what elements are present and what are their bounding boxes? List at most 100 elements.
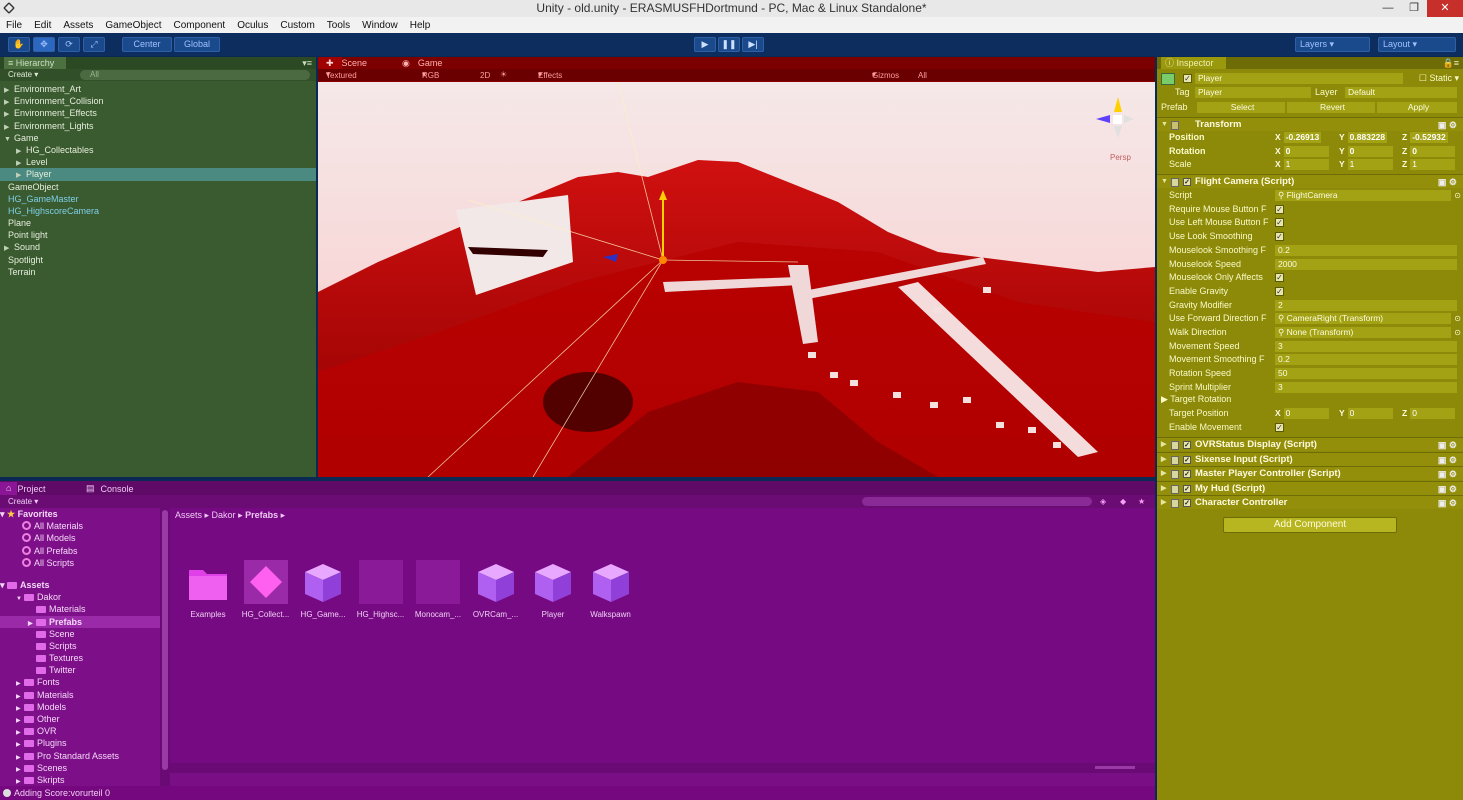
menu-edit[interactable]: Edit [28,20,57,31]
menu-file[interactable]: File [0,20,28,31]
asset-item[interactable]: OVRCam_... [468,560,524,619]
folder-tree-item[interactable]: Materials [0,603,160,615]
field-checkbox[interactable]: ✓ [1275,273,1284,283]
layers-dropdown[interactable]: Layers ▾ [1295,37,1370,52]
play-button[interactable]: ▶ [694,37,716,52]
object-field[interactable]: ⚲ CameraRight (Transform) [1275,313,1451,325]
breadcrumb-dakor[interactable]: Dakor [212,510,236,520]
move-tool-icon[interactable]: ✥ [33,37,55,52]
component-enabled-checkbox[interactable]: ✓ [1183,441,1191,449]
folder-tree-item[interactable]: Twitter [0,664,160,676]
inspector-lock-icon[interactable]: 🔒≡ [1443,57,1459,69]
maximize-button[interactable]: ❐ [1401,0,1427,17]
pivot-global-toggle[interactable]: Global [174,37,220,52]
field-checkbox[interactable]: ✓ [1275,232,1284,242]
gear-icon[interactable]: ▣ ⚙ [1438,453,1457,467]
menu-oculus[interactable]: Oculus [231,20,274,31]
gizmos-dropdown[interactable]: Gizmos ▾ [872,70,899,80]
folder-tree-item[interactable]: ▶ Prefabs [0,615,160,628]
gear-icon[interactable]: ▣ ⚙ [1438,438,1457,452]
component-enabled-checkbox[interactable]: ✓ [1183,470,1191,479]
scale-tool-icon[interactable]: ⤢ [83,37,105,52]
menu-window[interactable]: Window [356,20,404,31]
asset-item[interactable]: Examples [180,560,236,619]
expand-open-icon[interactable]: ▼ [4,134,14,146]
hierarchy-item[interactable]: ▶ Player [0,168,316,181]
flight-camera-header[interactable]: ▼ ✓ Flight Camera (Script) ▣ ⚙ [1157,174,1463,188]
scale-x-field[interactable]: 1 [1283,159,1329,170]
menu-custom[interactable]: Custom [274,20,320,31]
component-header[interactable]: ▶ ✓ Sixense Input (Script) ▣ ⚙ [1157,451,1463,467]
object-field[interactable]: ⚲ FlightCamera [1275,190,1451,201]
rotation-z-field[interactable]: 0 [1410,146,1456,157]
tab-scene[interactable]: ✚ Scene [318,57,367,69]
gear-icon[interactable]: ▣ ⚙ [1438,482,1457,496]
favorite-item[interactable]: All Scripts [0,557,160,569]
filter-label-icon[interactable]: ◆ [1120,495,1126,508]
layer-dropdown[interactable]: Default [1345,87,1457,98]
asset-item[interactable]: Walkspawn [583,560,639,619]
active-checkbox[interactable]: ✓ [1183,74,1192,83]
hierarchy-item[interactable]: Terrain [0,266,316,278]
hierarchy-item[interactable]: ▶ Environment_Lights [0,120,316,132]
hierarchy-item[interactable]: Plane [0,217,316,229]
gear-icon[interactable]: ▣ ⚙ [1438,175,1457,189]
folder-tree-item[interactable]: Scripts [0,640,160,652]
flight-camera-enabled-checkbox[interactable]: ✓ [1183,178,1191,186]
prefab-apply-button[interactable]: Apply [1377,102,1457,113]
layout-dropdown[interactable]: Layout ▾ [1378,37,1456,52]
hierarchy-item[interactable]: HG_HighscoreCamera [0,205,316,217]
menu-gameobject[interactable]: GameObject [99,20,167,31]
gear-icon[interactable]: ▣ ⚙ [1438,496,1457,510]
rotate-tool-icon[interactable]: ⟳ [58,37,80,52]
hierarchy-search-input[interactable]: All [80,70,310,80]
value-field[interactable]: 2000 [1275,258,1457,270]
folder-tree-item[interactable]: ▶ Skripts [0,774,160,786]
object-name-field[interactable]: Player [1195,73,1403,84]
object-field[interactable]: ⚲ None (Transform) [1275,327,1451,338]
hierarchy-item[interactable]: ▶ Environment_Art [0,83,316,95]
zoom-slider[interactable] [1095,766,1135,769]
folder-tree-item[interactable]: ▶ Fonts [0,676,160,688]
component-enabled-checkbox[interactable]: ✓ [1183,455,1191,464]
object-picker-icon[interactable]: ⊙ [1454,189,1461,202]
rotation-x-field[interactable]: 0 [1283,146,1329,157]
favorite-item[interactable]: All Models [0,532,160,544]
asset-item[interactable]: HG_Highsc... [353,560,409,619]
tab-hierarchy[interactable]: ≡ Hierarchy [4,57,67,69]
folder-tree-item[interactable]: ▶ Models [0,701,160,713]
folder-tree-item[interactable]: ▶ Plugins [0,737,160,749]
rotation-y-field[interactable]: 0 [1347,146,1393,157]
close-button[interactable]: ✕ [1427,0,1463,17]
field-checkbox[interactable]: ✓ [1275,218,1284,228]
field-checkbox[interactable]: ✓ [1275,286,1284,296]
value-field[interactable]: 3 [1275,381,1457,393]
menu-help[interactable]: Help [404,20,437,31]
folder-tree-item[interactable]: ▶ OVR [0,725,160,737]
hierarchy-item[interactable]: HG_GameMaster [0,193,316,205]
favorite-star-icon[interactable]: ★ [1138,495,1145,508]
gear-icon[interactable]: ▣ ⚙ [1438,118,1457,132]
object-picker-icon[interactable]: ⊙ [1454,312,1461,325]
asset-item[interactable]: HG_Game... [295,560,351,619]
target-rotation-foldout[interactable]: ▶ Target Rotation [1161,393,1231,406]
scale-y-field[interactable]: 1 [1347,159,1393,170]
asset-item[interactable]: HG_Collect... [238,560,294,619]
asset-item[interactable]: Monocam_... [410,560,466,619]
hierarchy-item[interactable]: ▶ Level [0,156,316,168]
field-checkbox[interactable]: ✓ [1275,204,1284,214]
breadcrumb-prefabs[interactable]: Prefabs [245,510,278,520]
value-field[interactable]: 0.2 [1275,354,1457,366]
tab-project[interactable]: ⌂ Project [0,482,45,495]
add-component-button[interactable]: Add Component [1223,517,1397,533]
menu-component[interactable]: Component [168,20,232,31]
favorites-header[interactable]: ▾ ★ Favorites [0,508,160,520]
target-position-x-field[interactable]: 0 [1283,408,1329,419]
project-create-button[interactable]: Create ▾ [8,497,38,506]
hierarchy-item[interactable]: ▶ Sound [0,241,316,253]
hierarchy-item[interactable]: Spotlight [0,254,316,266]
lighting-toggle-icon[interactable]: ☀ [500,70,507,79]
hierarchy-item[interactable]: Point light [0,229,316,241]
tree-scrollbar[interactable] [160,508,170,786]
pause-button[interactable]: ❚❚ [718,37,740,52]
